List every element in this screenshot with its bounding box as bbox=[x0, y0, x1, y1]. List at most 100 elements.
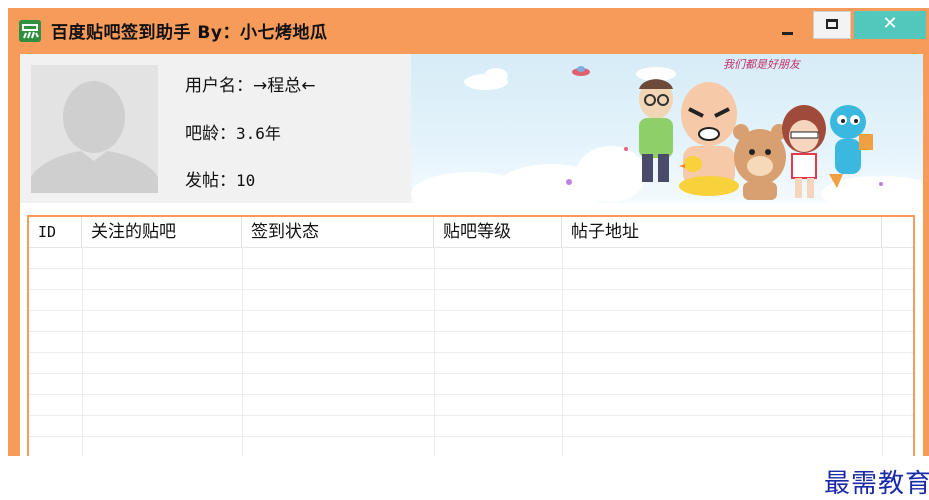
empty-cell bbox=[882, 395, 913, 415]
column-header-id[interactable]: ID bbox=[29, 217, 82, 247]
empty-cell bbox=[882, 416, 913, 436]
client-area: 用户名：→程总← 吧龄：3.6年 发帖：10 我们都是好朋友 ID 关注的贴吧 … bbox=[20, 54, 929, 500]
empty-cell bbox=[29, 311, 83, 331]
empty-cell bbox=[562, 437, 883, 456]
empty-cell bbox=[882, 248, 913, 268]
window-title: 百度贴吧签到助手 By：小七烤地瓜 bbox=[51, 23, 328, 43]
empty-cell bbox=[82, 353, 243, 373]
age-label: 吧龄： bbox=[185, 124, 236, 144]
empty-row bbox=[29, 395, 913, 416]
empty-cell bbox=[29, 395, 83, 415]
empty-cell bbox=[242, 395, 435, 415]
empty-cell bbox=[434, 395, 563, 415]
empty-cell bbox=[562, 395, 883, 415]
empty-cell bbox=[562, 332, 883, 352]
posts-label: 发帖： bbox=[185, 171, 236, 191]
empty-cell bbox=[562, 416, 883, 436]
empty-cell bbox=[82, 332, 243, 352]
empty-cell bbox=[562, 374, 883, 394]
empty-cell bbox=[29, 437, 83, 456]
empty-cell bbox=[242, 311, 435, 331]
empty-cell bbox=[882, 269, 913, 289]
tieba-list[interactable]: ID 关注的贴吧 签到状态 贴吧等级 帖子地址 bbox=[27, 215, 915, 456]
empty-cell bbox=[434, 311, 563, 331]
empty-cell bbox=[82, 395, 243, 415]
app-logo-icon bbox=[19, 20, 41, 42]
empty-cell bbox=[242, 332, 435, 352]
empty-cell bbox=[562, 311, 883, 331]
empty-row bbox=[29, 437, 913, 456]
empty-cell bbox=[434, 374, 563, 394]
column-header-signin-status[interactable]: 签到状态 bbox=[242, 217, 434, 247]
empty-cell bbox=[242, 353, 435, 373]
empty-row bbox=[29, 290, 913, 311]
close-icon: ✕ bbox=[882, 13, 898, 34]
svg-text:我们都是好朋友: 我们都是好朋友 bbox=[723, 58, 802, 71]
cartoon-banner-image: 我们都是好朋友 bbox=[411, 58, 923, 203]
column-header-tieba-level[interactable]: 贴吧等级 bbox=[434, 217, 562, 247]
watermark: 最需教育 bbox=[824, 463, 929, 500]
empty-cell bbox=[82, 248, 243, 268]
username-label: 用户名： bbox=[185, 76, 253, 96]
empty-cell bbox=[434, 248, 563, 268]
empty-cell bbox=[882, 437, 913, 456]
empty-cell bbox=[242, 290, 435, 310]
column-header-followed-tieba[interactable]: 关注的贴吧 bbox=[82, 217, 242, 247]
empty-row bbox=[29, 248, 913, 269]
empty-cell bbox=[29, 269, 83, 289]
title-bar[interactable]: 百度贴吧签到助手 By：小七烤地瓜 ✕ bbox=[8, 8, 929, 52]
age-value: 3.6年 bbox=[236, 124, 281, 143]
username-value: →程总← bbox=[253, 76, 316, 96]
cartoon-banner: 我们都是好朋友 bbox=[411, 54, 923, 203]
empty-cell bbox=[29, 374, 83, 394]
empty-cell bbox=[29, 416, 83, 436]
empty-cell bbox=[29, 353, 83, 373]
empty-cell bbox=[434, 353, 563, 373]
empty-cell bbox=[29, 290, 83, 310]
avatar bbox=[31, 65, 158, 193]
empty-cell bbox=[82, 416, 243, 436]
empty-cell bbox=[434, 269, 563, 289]
empty-cell bbox=[882, 332, 913, 352]
maximize-button[interactable] bbox=[813, 11, 851, 39]
empty-row bbox=[29, 269, 913, 290]
column-header-post-url[interactable]: 帖子地址 bbox=[562, 217, 882, 247]
empty-cell bbox=[882, 374, 913, 394]
empty-cell bbox=[434, 332, 563, 352]
minimize-button[interactable] bbox=[768, 12, 806, 38]
empty-cell bbox=[242, 248, 435, 268]
empty-row bbox=[29, 353, 913, 374]
empty-cell bbox=[82, 374, 243, 394]
empty-cell bbox=[82, 311, 243, 331]
empty-cell bbox=[562, 248, 883, 268]
profile-panel: 用户名：→程总← 吧龄：3.6年 发帖：10 bbox=[20, 54, 411, 203]
empty-row bbox=[29, 311, 913, 332]
empty-cell bbox=[562, 353, 883, 373]
list-body bbox=[29, 248, 913, 456]
empty-cell bbox=[242, 416, 435, 436]
empty-row bbox=[29, 374, 913, 395]
empty-cell bbox=[882, 311, 913, 331]
empty-cell bbox=[82, 437, 243, 456]
empty-cell bbox=[82, 290, 243, 310]
list-header: ID 关注的贴吧 签到状态 贴吧等级 帖子地址 bbox=[29, 217, 913, 248]
empty-cell bbox=[882, 353, 913, 373]
age-row: 吧龄：3.6年 bbox=[185, 119, 281, 144]
posts-value: 10 bbox=[236, 171, 256, 190]
empty-cell bbox=[434, 437, 563, 456]
empty-cell bbox=[242, 374, 435, 394]
default-avatar-icon bbox=[31, 65, 158, 193]
empty-cell bbox=[434, 290, 563, 310]
username-row: 用户名：→程总← bbox=[185, 71, 316, 96]
empty-cell bbox=[242, 269, 435, 289]
close-button[interactable]: ✕ bbox=[854, 11, 926, 39]
empty-cell bbox=[562, 269, 883, 289]
empty-cell bbox=[29, 332, 83, 352]
app-window: 百度贴吧签到助手 By：小七烤地瓜 ✕ 用户名：→程总← 吧龄：3.6年 发帖：… bbox=[8, 8, 929, 500]
empty-row bbox=[29, 332, 913, 353]
empty-cell bbox=[882, 290, 913, 310]
empty-cell bbox=[29, 248, 83, 268]
empty-cell bbox=[242, 437, 435, 456]
column-header-filler bbox=[882, 217, 913, 247]
empty-cell bbox=[82, 269, 243, 289]
